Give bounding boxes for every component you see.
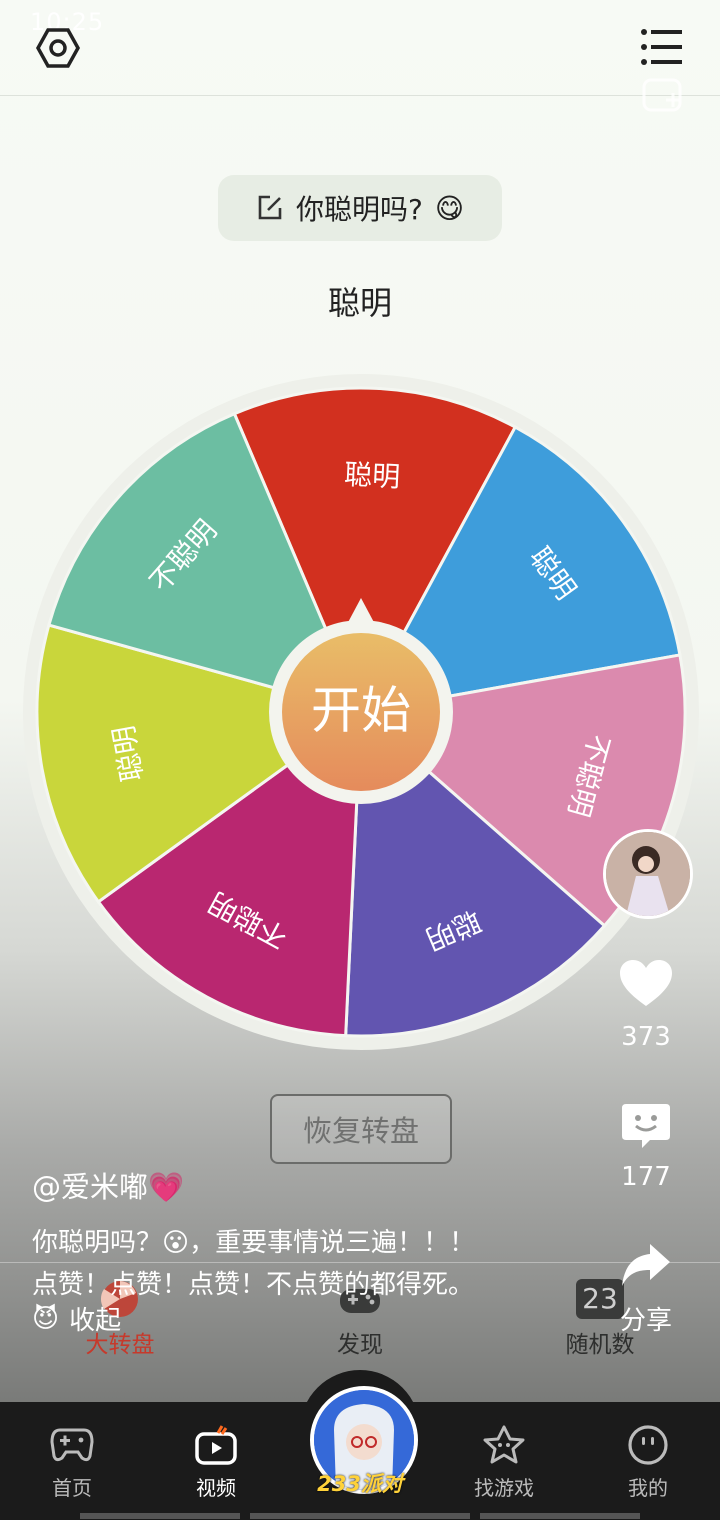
author-name[interactable]: @爱米嘟💗	[32, 1164, 184, 1206]
like-button[interactable]: 373	[604, 958, 688, 1052]
reset-wheel-button[interactable]: 恢复转盘	[270, 1094, 452, 1164]
list-menu-icon[interactable]	[640, 26, 684, 68]
collapse-label: 收起	[69, 1306, 122, 1336]
nav-video-label: 视频	[196, 1476, 236, 1500]
add-square-icon[interactable]	[642, 78, 684, 112]
wheel-graphic: 聪明聪明不聪明聪明不聪明聪明不聪明开始	[23, 374, 699, 1050]
settings-hex-icon[interactable]	[36, 26, 80, 70]
author-avatar[interactable]	[603, 829, 693, 919]
tab-discover-label: 发现	[337, 1332, 383, 1358]
question-emoji: 😋	[434, 191, 465, 225]
comment-button[interactable]: 177	[604, 1100, 688, 1192]
comment-face-icon	[622, 1104, 670, 1148]
gesture-bar-right	[480, 1513, 640, 1519]
gamepad-nav-icon	[50, 1428, 94, 1462]
collapse-toggle[interactable]: 😈 收起	[32, 1300, 121, 1337]
devil-emoji-icon: 😈	[32, 1303, 60, 1334]
nav-find-games-label: 找游戏	[474, 1476, 534, 1500]
gesture-bar-left	[80, 1513, 240, 1519]
party-label: 233派对	[317, 1472, 403, 1496]
nav-mine-label: 我的	[628, 1476, 668, 1500]
tv-icon	[195, 1425, 237, 1465]
result-text: 聪明	[327, 284, 392, 322]
wheel-segment-label: 聪明	[343, 458, 401, 494]
description-line-1: 你聪明吗？😮，重要事情说三遍！！！	[32, 1228, 476, 1258]
share-label: 分享	[619, 1306, 672, 1336]
start-label: 开始	[311, 682, 411, 740]
like-count: 373	[621, 1022, 671, 1052]
top-bar: 10:25	[0, 0, 720, 112]
share-button[interactable]: 分享	[604, 1242, 688, 1337]
spin-wheel[interactable]: 聪明 聪明 不聪明 聪明 不聪明 聪明 不聪明 开始	[22, 373, 700, 1051]
question-pill[interactable]: 你聪明吗? 😋	[218, 175, 502, 241]
share-arrow-icon	[622, 1244, 670, 1286]
smile-face-icon	[628, 1425, 668, 1465]
star-face-icon	[483, 1425, 525, 1464]
description-line-2: 点赞！点赞！点赞！不点赞的都得死。	[32, 1270, 475, 1300]
avatar-image	[606, 832, 690, 916]
edit-icon	[258, 195, 282, 220]
question-text: 你聪明吗?	[295, 193, 423, 226]
nav-home-label: 首页	[52, 1476, 92, 1500]
comment-count: 177	[621, 1162, 671, 1192]
heart-icon	[620, 960, 672, 1006]
gesture-bar-center	[250, 1513, 470, 1519]
